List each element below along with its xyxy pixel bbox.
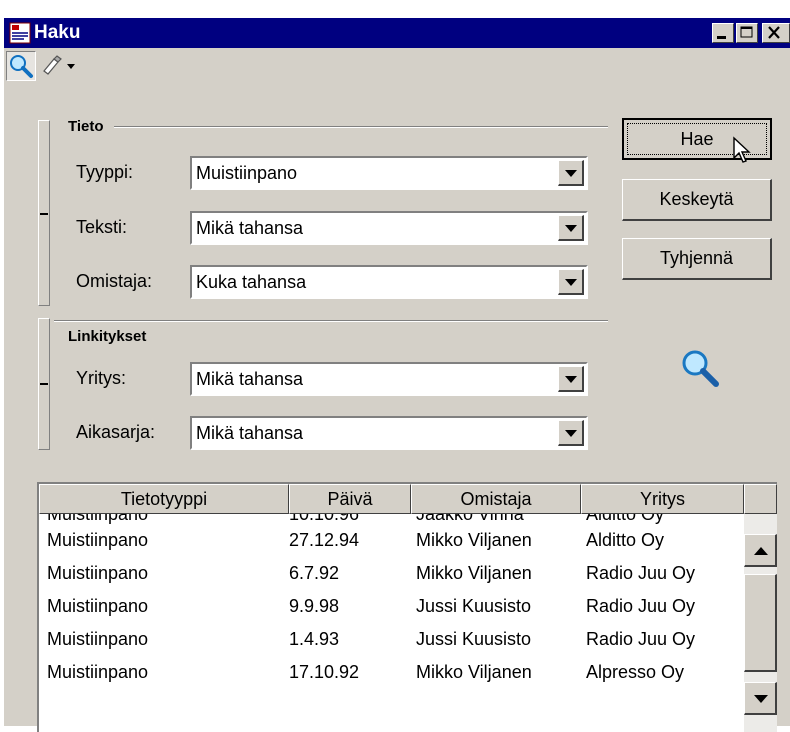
omistaja-value: Kuka tahansa bbox=[196, 272, 307, 292]
cell-type: Muistiinpano bbox=[47, 530, 149, 550]
cell-type: Muistiinpano bbox=[47, 596, 149, 616]
cell-date: 6.7.92 bbox=[289, 563, 340, 583]
results-scrollbar[interactable] bbox=[744, 514, 777, 732]
cell-owner: Jaakko Virinä bbox=[416, 514, 524, 524]
clear-button-label: Tyhjennä bbox=[659, 248, 734, 268]
cell-type: Muistiinpano bbox=[47, 629, 149, 649]
tyyppi-select[interactable]: Muistiinpano bbox=[190, 156, 588, 190]
close-button[interactable] bbox=[762, 23, 790, 43]
scroll-up-button[interactable] bbox=[744, 534, 777, 567]
chevron-down-icon[interactable] bbox=[558, 269, 584, 295]
aikasarja-value: Mikä tahansa bbox=[196, 423, 304, 443]
table-row[interactable]: Muistiinpano 6.7.92 Mikko Viljanen Radio… bbox=[39, 561, 744, 594]
tyyppi-value: Muistiinpano bbox=[196, 163, 298, 183]
linkitykset-divider bbox=[54, 320, 608, 322]
stop-button-label: Keskeytä bbox=[659, 189, 734, 209]
cell-owner: Mikko Viljanen bbox=[416, 662, 532, 682]
omistaja-select[interactable]: Kuka tahansa bbox=[190, 265, 588, 299]
results-body: Muistiinpano 10.10.96 Jaakko Virinä Aldi… bbox=[39, 514, 744, 732]
scroll-thumb[interactable] bbox=[744, 574, 777, 672]
yritys-value: Mikä tahansa bbox=[196, 369, 304, 389]
maximize-icon bbox=[740, 26, 753, 38]
maximize-button[interactable] bbox=[736, 23, 758, 43]
table-row[interactable]: Muistiinpano 17.10.92 Mikko Viljanen Alp… bbox=[39, 660, 744, 693]
scroll-down-button[interactable] bbox=[744, 682, 777, 715]
results-table[interactable]: Tietotyyppi Päivä Omistaja Yritys Muisti… bbox=[37, 482, 777, 732]
cell-owner: Mikko Viljanen bbox=[416, 563, 532, 583]
cell-owner: Jussi Kuusisto bbox=[416, 629, 532, 649]
aikasarja-select[interactable]: Mikä tahansa bbox=[190, 416, 588, 450]
cell-company: Alditto Oy bbox=[586, 530, 665, 550]
cell-type: Muistiinpano bbox=[47, 563, 149, 583]
linkitykset-group-title: Linkitykset bbox=[68, 328, 147, 345]
table-row[interactable]: Muistiinpano 9.9.98 Jussi Kuusisto Radio… bbox=[39, 594, 744, 627]
chevron-down-icon[interactable] bbox=[558, 160, 584, 186]
cell-date: 17.10.92 bbox=[289, 662, 360, 682]
teksti-value: Mikä tahansa bbox=[196, 218, 304, 238]
search-status-icon bbox=[682, 350, 719, 387]
chevron-down-icon[interactable] bbox=[558, 366, 584, 392]
teksti-label: Teksti: bbox=[76, 217, 128, 237]
linkitykset-collapse-handle[interactable] bbox=[38, 318, 50, 450]
cell-type: Muistiinpano bbox=[47, 662, 149, 682]
cell-type: Muistiinpano bbox=[47, 514, 149, 524]
column-header-paiva[interactable]: Päivä bbox=[289, 484, 411, 514]
chevron-down-icon[interactable] bbox=[558, 420, 584, 446]
cell-owner: Mikko Viljanen bbox=[416, 530, 532, 550]
column-header-corner bbox=[744, 484, 777, 514]
chevron-down-icon[interactable] bbox=[558, 215, 584, 241]
column-header-yritys[interactable]: Yritys bbox=[581, 484, 744, 514]
tyyppi-label: Tyyppi: bbox=[76, 162, 134, 182]
aikasarja-label: Aikasarja: bbox=[76, 422, 156, 442]
clear-button[interactable]: Tyhjennä bbox=[622, 238, 772, 280]
cell-company: Radio Juu Oy bbox=[586, 596, 696, 616]
cell-date: 27.12.94 bbox=[289, 530, 360, 550]
yritys-select[interactable]: Mikä tahansa bbox=[190, 362, 588, 396]
cell-company: Radio Juu Oy bbox=[586, 629, 696, 649]
search-window: Haku Tieto Tyyppi: Muistiinpano Teksti: … bbox=[4, 18, 790, 732]
teksti-select[interactable]: Mikä tahansa bbox=[190, 211, 588, 245]
eraser-icon bbox=[43, 55, 75, 75]
minimize-button[interactable] bbox=[712, 23, 734, 43]
table-row[interactable]: Muistiinpano 27.12.94 Mikko Viljanen Ald… bbox=[39, 528, 744, 561]
cell-company: Alpresso Oy bbox=[586, 662, 685, 682]
window-title: Haku bbox=[34, 22, 81, 43]
cell-owner: Jussi Kuusisto bbox=[416, 596, 532, 616]
magnifier-icon bbox=[10, 55, 33, 78]
search-button[interactable]: Hae bbox=[622, 118, 772, 163]
tieto-divider bbox=[114, 126, 608, 128]
clear-tool-button[interactable] bbox=[38, 51, 80, 81]
cell-company: Alditto Oy bbox=[586, 514, 665, 524]
tieto-collapse-handle[interactable] bbox=[38, 120, 50, 306]
column-header-omistaja[interactable]: Omistaja bbox=[411, 484, 581, 514]
cell-date: 9.9.98 bbox=[289, 596, 340, 616]
column-header-tietotyyppi[interactable]: Tietotyyppi bbox=[39, 484, 289, 514]
search-tool-button[interactable] bbox=[6, 51, 36, 81]
app-icon bbox=[9, 22, 31, 44]
tieto-group-title: Tieto bbox=[68, 118, 104, 135]
stop-button[interactable]: Keskeytä bbox=[622, 179, 772, 221]
title-bar[interactable]: Haku bbox=[4, 18, 790, 48]
cell-date: 1.4.93 bbox=[289, 629, 340, 649]
cell-company: Radio Juu Oy bbox=[586, 563, 696, 583]
minimize-icon bbox=[717, 36, 726, 39]
mouse-cursor-icon bbox=[733, 136, 751, 163]
yritys-label: Yritys: bbox=[76, 368, 127, 388]
table-row[interactable]: Muistiinpano 1.4.93 Jussi Kuusisto Radio… bbox=[39, 627, 744, 660]
cell-date: 10.10.96 bbox=[289, 514, 360, 524]
close-icon bbox=[768, 26, 780, 39]
omistaja-label: Omistaja: bbox=[76, 271, 153, 291]
